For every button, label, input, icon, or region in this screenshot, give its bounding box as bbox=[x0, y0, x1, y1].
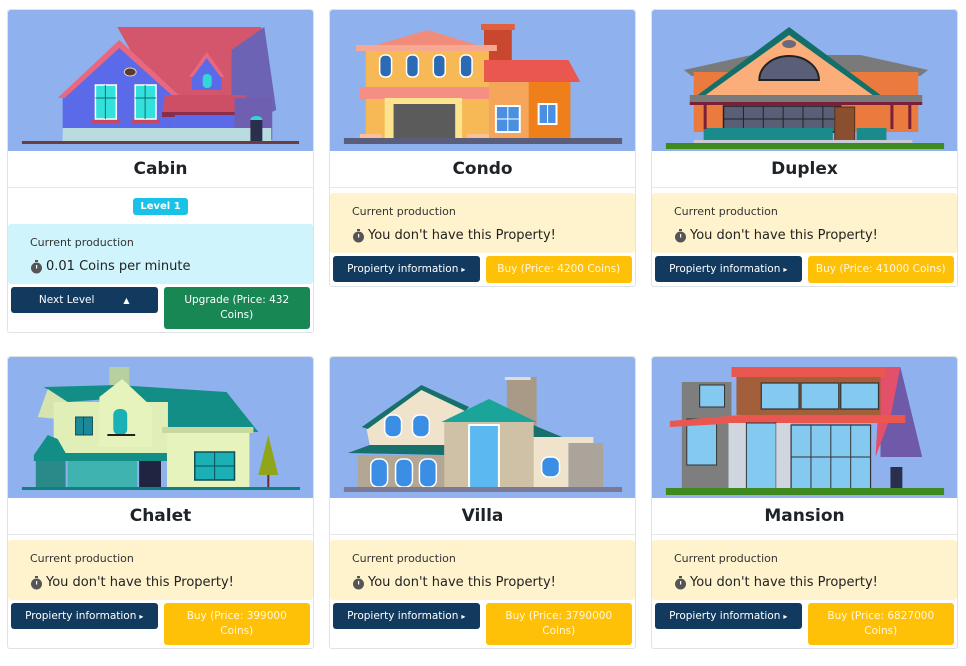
action-buttons: Propierty information ▸ Buy (Price: 4200 … bbox=[330, 253, 635, 286]
caret-right-icon: ▸ bbox=[783, 612, 788, 621]
property-information-label: Propierty information bbox=[669, 263, 781, 275]
action-buttons: Propierty information ▸ Buy (Price: 41000… bbox=[652, 253, 957, 286]
caret-right-icon: ▸ bbox=[461, 265, 466, 274]
mansion-image bbox=[652, 357, 957, 498]
property-information-label: Propierty information bbox=[25, 610, 137, 622]
production-panel: Current production You don't have this P… bbox=[652, 193, 957, 253]
production-value: 0.01 Coins per minute bbox=[46, 259, 191, 274]
property-card-villa: Villa Current production You don't have … bbox=[329, 356, 636, 649]
action-buttons: Next Level ▲ Upgrade (Price: 432 Coins) bbox=[8, 284, 313, 332]
stopwatch-icon bbox=[353, 228, 364, 242]
property-name: Chalet bbox=[8, 498, 313, 535]
property-information-button[interactable]: Propierty information ▸ bbox=[655, 256, 802, 282]
production-value-row: You don't have this Property! bbox=[352, 575, 613, 590]
production-value-row: You don't have this Property! bbox=[30, 575, 291, 590]
property-card-condo: Condo Current production You don't have … bbox=[329, 9, 636, 287]
property-information-button[interactable]: Propierty information ▸ bbox=[333, 603, 480, 629]
property-card-duplex: Duplex Current production You don't have… bbox=[651, 9, 958, 287]
cabin-image bbox=[8, 10, 313, 151]
production-label: Current production bbox=[30, 236, 134, 249]
stopwatch-icon bbox=[31, 575, 42, 589]
stopwatch-icon bbox=[675, 575, 686, 589]
property-information-label: Propierty information bbox=[669, 610, 781, 622]
buy-button[interactable]: Buy (Price: 4200 Coins) bbox=[485, 256, 632, 283]
production-label: Current production bbox=[352, 552, 456, 565]
production-label: Current production bbox=[352, 205, 456, 218]
duplex-image bbox=[652, 10, 957, 151]
stopwatch-icon bbox=[675, 228, 686, 242]
upgrade-button[interactable]: Upgrade (Price: 432 Coins) bbox=[163, 287, 310, 329]
property-card-mansion: Mansion Current production You don't hav… bbox=[651, 356, 958, 649]
action-buttons: Propierty information ▸ Buy (Price: 68270… bbox=[652, 600, 957, 648]
property-name: Mansion bbox=[652, 498, 957, 535]
next-level-label: Next Level bbox=[38, 293, 95, 306]
stopwatch-icon bbox=[31, 259, 42, 273]
production-value: You don't have this Property! bbox=[690, 575, 878, 590]
production-panel: Current production You don't have this P… bbox=[330, 193, 635, 253]
production-value-row: You don't have this Property! bbox=[674, 575, 935, 590]
property-name: Cabin bbox=[8, 151, 313, 188]
level-badge: Level 1 bbox=[133, 197, 188, 215]
caret-right-icon: ▸ bbox=[783, 265, 788, 274]
property-name: Duplex bbox=[652, 151, 957, 188]
production-panel: Current production You don't have this P… bbox=[652, 540, 957, 600]
buy-button[interactable]: Buy (Price: 6827000 Coins) bbox=[807, 603, 954, 645]
buy-button[interactable]: Buy (Price: 399000 Coins) bbox=[163, 603, 310, 645]
production-value: You don't have this Property! bbox=[368, 228, 556, 243]
property-name: Villa bbox=[330, 498, 635, 535]
production-panel: Current production You don't have this P… bbox=[8, 540, 313, 600]
production-value: You don't have this Property! bbox=[46, 575, 234, 590]
caret-right-icon: ▸ bbox=[139, 612, 144, 621]
production-value: You don't have this Property! bbox=[690, 228, 878, 243]
buy-button[interactable]: Buy (Price: 41000 Coins) bbox=[807, 256, 954, 283]
property-information-button[interactable]: Propierty information ▸ bbox=[333, 256, 480, 282]
villa-image bbox=[330, 357, 635, 498]
production-panel: Current production 0.01 Coins per minute bbox=[8, 224, 313, 284]
buy-button[interactable]: Buy (Price: 3790000 Coins) bbox=[485, 603, 632, 645]
production-value-row: You don't have this Property! bbox=[674, 228, 935, 243]
production-panel: Current production You don't have this P… bbox=[330, 540, 635, 600]
production-label: Current production bbox=[674, 205, 778, 218]
next-level-button[interactable]: Next Level ▲ bbox=[11, 287, 158, 313]
property-card-cabin: Cabin Level 1 Current production 0.01 Co… bbox=[7, 9, 314, 333]
condo-image bbox=[330, 10, 635, 151]
production-value-row: 0.01 Coins per minute bbox=[30, 259, 291, 274]
property-information-button[interactable]: Propierty information ▸ bbox=[11, 603, 158, 629]
property-card-chalet: Chalet Current production You don't have… bbox=[7, 356, 314, 649]
property-information-button[interactable]: Propierty information ▸ bbox=[655, 603, 802, 629]
action-buttons: Propierty information ▸ Buy (Price: 37900… bbox=[330, 600, 635, 648]
level-row: Level 1 bbox=[8, 188, 313, 224]
production-value: You don't have this Property! bbox=[368, 575, 556, 590]
property-information-label: Propierty information bbox=[347, 610, 459, 622]
caret-up-icon: ▲ bbox=[123, 295, 130, 305]
caret-right-icon: ▸ bbox=[461, 612, 466, 621]
property-name: Condo bbox=[330, 151, 635, 188]
production-label: Current production bbox=[30, 552, 134, 565]
property-information-label: Propierty information bbox=[347, 263, 459, 275]
stopwatch-icon bbox=[353, 575, 364, 589]
production-value-row: You don't have this Property! bbox=[352, 228, 613, 243]
action-buttons: Propierty information ▸ Buy (Price: 39900… bbox=[8, 600, 313, 648]
chalet-image bbox=[8, 357, 313, 498]
production-label: Current production bbox=[674, 552, 778, 565]
